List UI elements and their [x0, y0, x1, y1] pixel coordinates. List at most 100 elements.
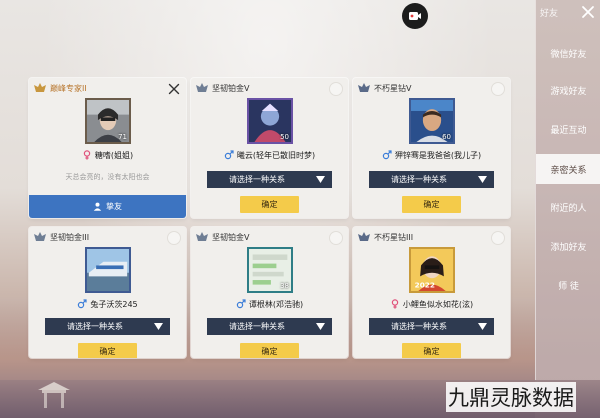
rank-label: 坚韧铂金V — [195, 81, 249, 95]
confirm-label: 确定 — [261, 200, 278, 209]
player-name-row: 谭根林(邓浩驰) — [191, 297, 348, 311]
rank-crest-icon — [34, 83, 46, 92]
confirm-label: 确定 — [99, 347, 116, 356]
male-icon — [236, 299, 246, 309]
select-checkbox[interactable] — [329, 231, 343, 245]
select-checkbox[interactable] — [491, 82, 505, 96]
confirm-label: 确定 — [261, 347, 278, 356]
relation-select-label: 请选择一种关系 — [229, 322, 285, 331]
confirm-label: 确定 — [423, 200, 440, 209]
relation-select[interactable]: 请选择一种关系 — [207, 171, 332, 188]
sidebar-item-label: 微信好友 — [550, 49, 587, 60]
select-checkbox[interactable] — [491, 231, 505, 245]
player-name-row: 狎锌骞是我爸爸(我儿子) — [353, 148, 510, 162]
player-name: 小鲤鱼似水如花(泫) — [402, 299, 474, 309]
avatar[interactable]: 50 — [247, 98, 293, 144]
player-name-row: 兔子沃茨245 — [29, 297, 186, 311]
sidebar-item-label: 亲密关系 — [550, 165, 587, 176]
player-name: 谭根林(邓浩驰) — [248, 299, 304, 309]
rank-crest-icon — [196, 232, 208, 241]
confirm-button[interactable]: 确定 — [240, 196, 299, 213]
sidebar-item-label: 游戏好友 — [550, 86, 587, 97]
watermark: 九鼎灵脉数据 — [446, 382, 576, 412]
video-camera-icon — [409, 12, 421, 20]
level-badge: 71 — [118, 133, 127, 141]
rank-text: 不朽星钻III — [374, 232, 414, 242]
sidebar-item-label: 师 徒 — [558, 281, 579, 292]
male-icon — [382, 150, 392, 160]
rank-text: 不朽星钻V — [374, 83, 412, 93]
friend-card: 坚韧铂金V 50 曦云(轻年已散旧时梦) 请选择一种关系 确定 — [191, 78, 348, 218]
confirm-button[interactable]: 确定 — [78, 343, 137, 358]
sidebar-item-recent-interactions[interactable]: 最近互动 — [536, 114, 600, 144]
avatar-image — [87, 249, 129, 291]
player-name: 糖嗜(姐姐) — [94, 150, 134, 160]
confirm-label: 确定 — [423, 347, 440, 356]
avatar-badge-text: 2022 — [415, 280, 435, 289]
relation-select[interactable]: 请选择一种关系 — [207, 318, 332, 335]
confirm-button[interactable]: 确定 — [402, 343, 461, 358]
close-friend-button[interactable]: 挚友 — [29, 195, 186, 218]
confirm-button[interactable]: 确定 — [240, 343, 299, 358]
rank-crest-icon — [358, 232, 370, 241]
female-icon — [83, 150, 91, 160]
chevron-down-icon — [316, 176, 325, 183]
avatar-image: 2022 — [411, 249, 453, 291]
sidebar-item-game-friends[interactable]: 游戏好友 — [536, 75, 600, 105]
relation-select-label: 请选择一种关系 — [229, 175, 285, 184]
close-icon[interactable] — [581, 5, 595, 19]
pavilion-icon — [38, 382, 70, 408]
player-name-row: 小鲤鱼似水如花(泫) — [353, 297, 510, 311]
player-bio: 天总会亮的，没有太阳也会 — [65, 173, 150, 181]
avatar[interactable] — [85, 247, 131, 293]
select-checkbox[interactable] — [329, 82, 343, 96]
sidebar-item-add-friends[interactable]: 添加好友 — [536, 231, 600, 261]
avatar[interactable]: 71 — [85, 98, 131, 144]
relation-select[interactable]: 请选择一种关系 — [369, 171, 494, 188]
rank-text: 坚韧铂金III — [50, 232, 90, 242]
friend-card: 坚韧铂金III 兔子沃茨245 请选择一种关系 确定 — [29, 227, 186, 358]
close-friend-label: 挚友 — [106, 202, 122, 211]
player-name-row: 曦云(轻年已散旧时梦) — [191, 148, 348, 162]
player-name: 曦云(轻年已散旧时梦) — [236, 150, 316, 160]
level-badge: 50 — [280, 133, 289, 141]
male-icon — [224, 150, 234, 160]
rank-label: 不朽星钻V — [357, 81, 411, 95]
male-icon — [78, 299, 87, 309]
video-record-button[interactable] — [402, 3, 428, 29]
close-icon[interactable] — [168, 83, 180, 95]
sidebar-item-label: 添加好友 — [550, 242, 587, 253]
rank-label: 不朽星钻III — [357, 230, 413, 244]
relation-select-label: 请选择一种关系 — [391, 175, 447, 184]
player-name-row: 糖嗜(姐姐) — [29, 148, 186, 162]
rank-text: 巅峰专家II — [50, 83, 87, 93]
chevron-down-icon — [478, 176, 487, 183]
avatar[interactable]: 2022 — [409, 247, 455, 293]
rank-crest-icon — [196, 83, 208, 92]
rank-label: 坚韧铂金III — [33, 230, 89, 244]
chevron-down-icon — [154, 323, 163, 330]
relation-select[interactable]: 请选择一种关系 — [369, 318, 494, 335]
sidebar-item-label: 最近互动 — [550, 125, 587, 136]
select-checkbox[interactable] — [167, 231, 181, 245]
avatar[interactable]: 38 — [247, 247, 293, 293]
friend-category-sidebar: 好友 微信好友 游戏好友 最近互动 亲密关系 附近的人 添加好友 师 徒 — [535, 0, 600, 380]
confirm-button[interactable]: 确定 — [402, 196, 461, 213]
person-icon — [93, 202, 102, 211]
relation-select[interactable]: 请选择一种关系 — [45, 318, 170, 335]
rank-label: 坚韧铂金V — [195, 230, 249, 244]
sidebar-header: 好友 — [536, 0, 600, 24]
sidebar-item-mentorship[interactable]: 师 徒 — [536, 270, 600, 300]
player-name: 兔子沃茨245 — [90, 299, 138, 309]
friend-card: 不朽星钻V 60 狎锌骞是我爸爸(我儿子) 请选择一种关系 确定 — [353, 78, 510, 218]
sidebar-item-intimate-relations[interactable]: 亲密关系 — [536, 154, 600, 184]
avatar[interactable]: 60 — [409, 98, 455, 144]
rank-crest-icon — [358, 83, 370, 92]
relation-select-label: 请选择一种关系 — [67, 322, 123, 331]
female-icon — [391, 299, 399, 309]
rank-crest-icon — [34, 232, 46, 241]
sidebar-item-wechat-friends[interactable]: 微信好友 — [536, 38, 600, 68]
sidebar-item-nearby-people[interactable]: 附近的人 — [536, 192, 600, 222]
chevron-down-icon — [316, 323, 325, 330]
level-badge: 38 — [280, 282, 289, 290]
